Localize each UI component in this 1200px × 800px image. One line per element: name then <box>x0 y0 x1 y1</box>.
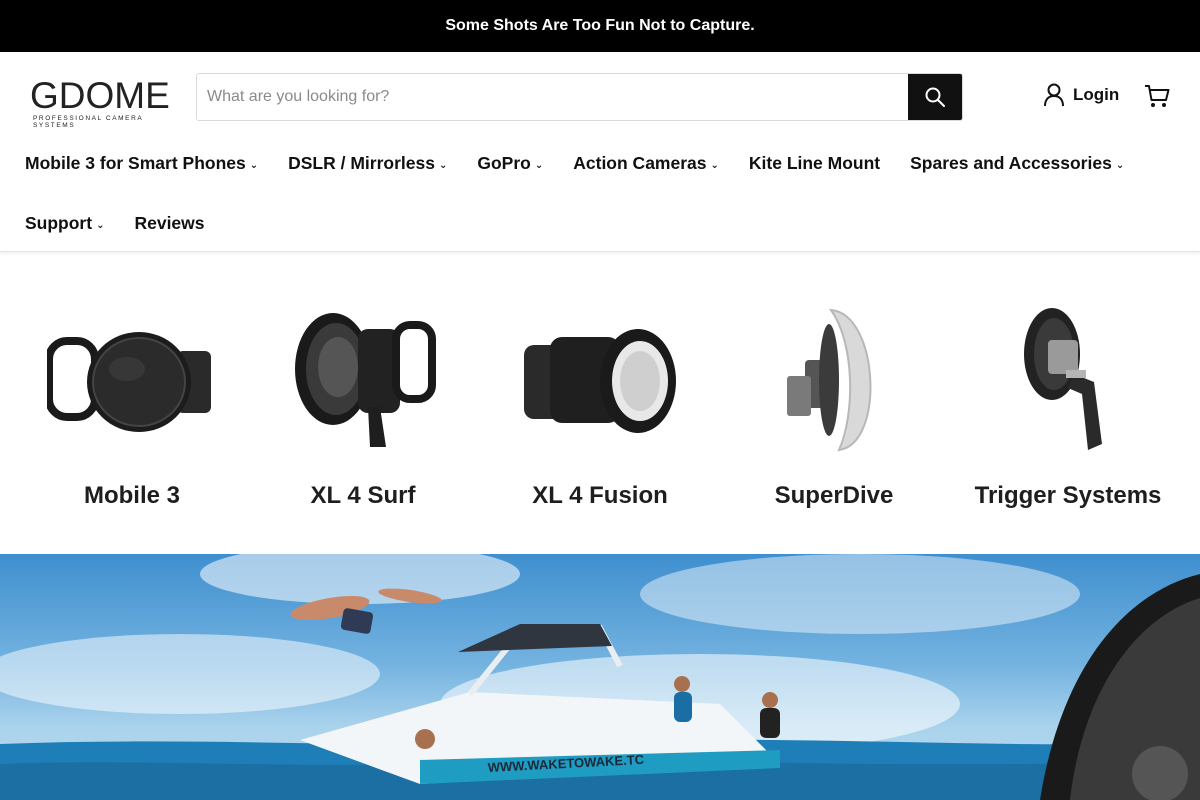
product-category-strip: Mobile 3 XL 4 Surf XL 4 Fusion SuperDive… <box>0 252 1200 554</box>
nav-item-gopro[interactable]: GoPro ⌄ <box>477 153 543 174</box>
product-superdive[interactable]: SuperDive <box>734 304 934 510</box>
nav-item-label: Mobile 3 for Smart Phones <box>25 152 246 173</box>
superdive-dome-icon <box>787 308 872 452</box>
user-icon <box>1044 83 1064 107</box>
trigger-system-icon <box>1024 308 1102 450</box>
search-bar <box>196 73 963 121</box>
nav-row-1: Mobile 3 for Smart Phones ⌄ DSLR / Mirror… <box>25 151 1175 175</box>
chevron-down-icon: ⌄ <box>249 159 259 171</box>
xl-4-fusion-housing-icon <box>524 329 676 433</box>
product-image <box>500 304 700 454</box>
product-label: Mobile 3 <box>83 482 180 509</box>
cart-icon <box>1145 85 1170 107</box>
product-image <box>734 304 934 454</box>
login-link[interactable]: Login <box>1043 83 1119 107</box>
product-xl-4-surf[interactable]: XL 4 Surf <box>263 304 463 510</box>
logo-wordmark: GDOME <box>30 75 170 116</box>
nav-item-kite-line-mount[interactable]: Kite Line Mount <box>749 153 880 174</box>
gdome-logo[interactable]: GDOME PROFESSIONAL CAMERA SYSTEMS <box>30 75 170 129</box>
nav-item-label: Kite Line Mount <box>748 152 881 173</box>
announcement-text: Some Shots Are Too Fun Not to Capture. <box>445 17 755 34</box>
announcement-bar: Some Shots Are Too Fun Not to Capture. <box>0 0 1200 52</box>
product-image <box>32 304 232 454</box>
product-trigger-systems[interactable]: Trigger Systems <box>968 304 1168 510</box>
nav-item-support[interactable]: Support ⌄ <box>25 213 104 234</box>
product-xl-4-fusion[interactable]: XL 4 Fusion <box>500 304 700 510</box>
cart-button[interactable] <box>1143 82 1171 115</box>
nav-item-mobile-3[interactable]: Mobile 3 for Smart Phones ⌄ <box>25 153 258 174</box>
hero-banner[interactable]: WWW.WAKETOWAKE.TC <box>0 554 1200 800</box>
product-label: Trigger Systems <box>974 482 1162 509</box>
nav-item-dslr-mirrorless[interactable]: DSLR / Mirrorless ⌄ <box>288 153 447 174</box>
nav-item-label: Spares and Accessories <box>910 152 1112 173</box>
search-input[interactable] <box>197 74 908 120</box>
login-label: Login <box>1073 85 1120 104</box>
nav-item-spares-accessories[interactable]: Spares and Accessories ⌄ <box>910 153 1124 174</box>
hero-image: WWW.WAKETOWAKE.TC <box>0 554 1200 800</box>
nav-item-action-cameras[interactable]: Action Cameras ⌄ <box>573 153 719 174</box>
chevron-down-icon: ⌄ <box>438 159 448 171</box>
nav-item-label: GoPro <box>477 152 531 173</box>
search-button[interactable] <box>908 74 962 120</box>
mobile-3-housing-icon <box>47 332 211 432</box>
logo-tagline: PROFESSIONAL CAMERA SYSTEMS <box>33 115 143 129</box>
search-icon <box>925 87 945 107</box>
chevron-down-icon: ⌄ <box>710 159 719 171</box>
nav-item-label: DSLR / Mirrorless <box>288 152 435 173</box>
site-header: GDOME PROFESSIONAL CAMERA SYSTEMS Login … <box>0 52 1200 252</box>
xl-4-surf-housing-icon <box>295 312 436 447</box>
chevron-down-icon: ⌄ <box>1115 159 1125 171</box>
nav-item-label: Reviews <box>134 212 205 233</box>
chevron-down-icon: ⌄ <box>96 219 105 231</box>
nav-item-reviews[interactable]: Reviews <box>134 213 204 234</box>
chevron-down-icon: ⌄ <box>534 159 544 171</box>
product-image <box>263 304 463 454</box>
product-label: SuperDive <box>774 482 894 509</box>
nav-item-label: Action Cameras <box>573 152 707 173</box>
nav-item-label: Support <box>25 212 93 233</box>
product-mobile-3[interactable]: Mobile 3 <box>32 304 232 510</box>
product-image <box>968 304 1168 454</box>
product-label: XL 4 Fusion <box>532 482 668 509</box>
nav-row-2: Support ⌄ Reviews <box>25 211 1175 235</box>
product-label: XL 4 Surf <box>310 482 416 509</box>
main-navigation: Mobile 3 for Smart Phones ⌄ DSLR / Mirror… <box>25 148 1175 235</box>
